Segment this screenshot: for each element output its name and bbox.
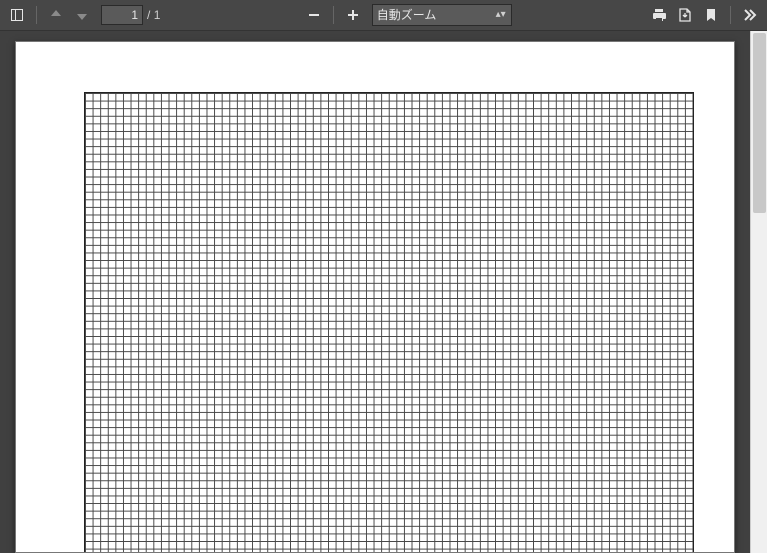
print-icon bbox=[651, 7, 667, 23]
pdf-toolbar: / 1 自動ズーム ▴▾ bbox=[0, 0, 767, 31]
document-viewer[interactable] bbox=[0, 31, 750, 553]
separator bbox=[333, 6, 334, 24]
bookmark-button[interactable] bbox=[698, 2, 724, 28]
tools-menu-button[interactable] bbox=[737, 2, 763, 28]
zoom-in-button[interactable] bbox=[340, 2, 366, 28]
sidebar-icon bbox=[9, 7, 25, 23]
download-icon bbox=[677, 7, 693, 23]
zoom-out-button[interactable] bbox=[301, 2, 327, 28]
minus-icon bbox=[306, 7, 322, 23]
chevrons-right-icon bbox=[742, 7, 758, 23]
plus-icon bbox=[345, 7, 361, 23]
viewer-area bbox=[0, 31, 767, 553]
zoom-select-wrap: 自動ズーム ▴▾ bbox=[366, 4, 512, 26]
sidebar-toggle-button[interactable] bbox=[4, 2, 30, 28]
page-number-input[interactable] bbox=[101, 5, 143, 25]
grid-paper-content bbox=[84, 92, 694, 553]
zoom-select[interactable]: 自動ズーム bbox=[372, 4, 512, 26]
arrow-up-icon bbox=[48, 7, 64, 23]
pdf-page bbox=[15, 41, 735, 553]
separator bbox=[36, 6, 37, 24]
prev-page-button[interactable] bbox=[43, 2, 69, 28]
page-count-label: / 1 bbox=[147, 8, 160, 22]
download-button[interactable] bbox=[672, 2, 698, 28]
arrow-down-icon bbox=[74, 7, 90, 23]
vertical-scrollbar[interactable] bbox=[750, 31, 767, 553]
print-button[interactable] bbox=[646, 2, 672, 28]
bookmark-icon bbox=[703, 7, 719, 23]
scrollbar-thumb[interactable] bbox=[753, 33, 766, 213]
separator bbox=[730, 6, 731, 24]
next-page-button[interactable] bbox=[69, 2, 95, 28]
